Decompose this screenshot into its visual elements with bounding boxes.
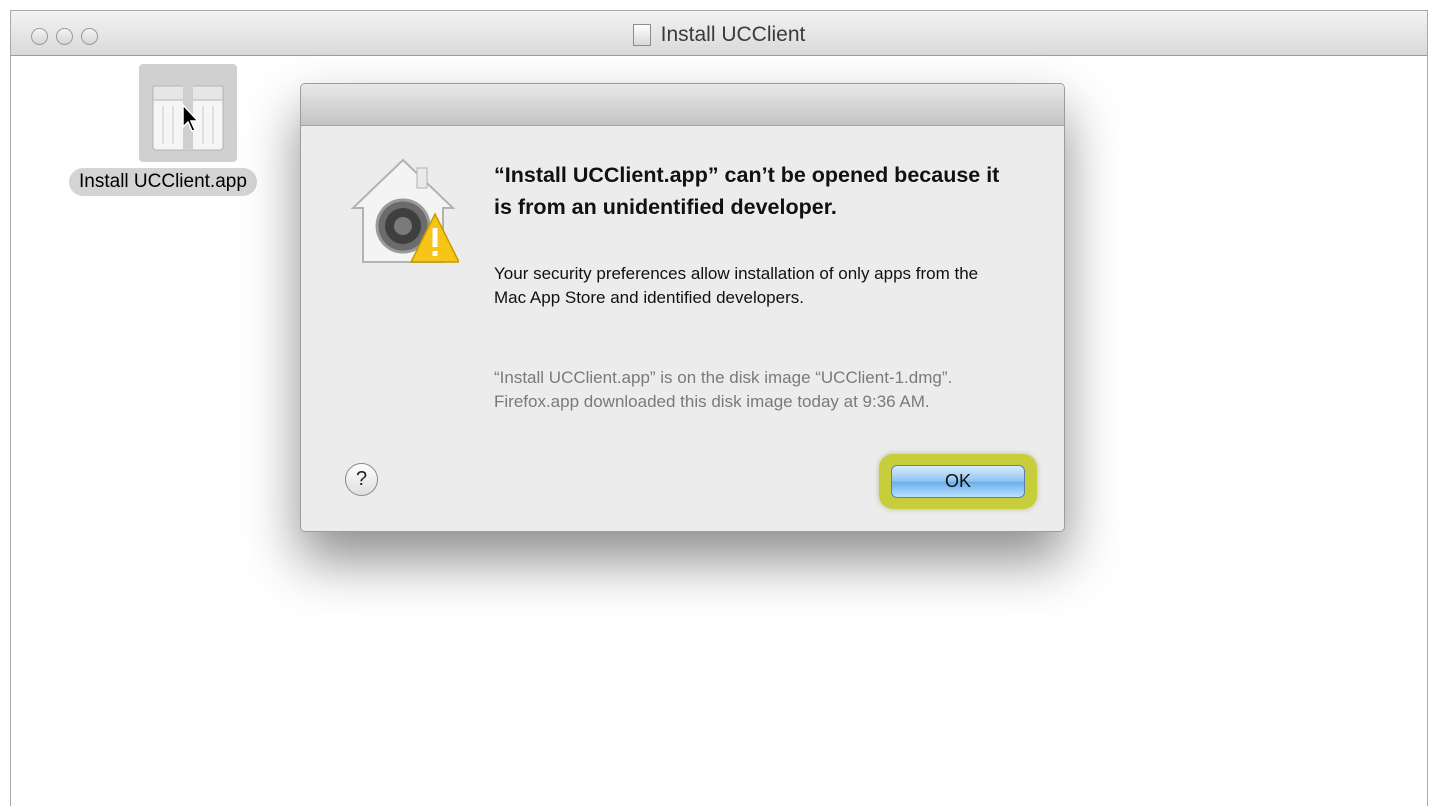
ok-button[interactable]: OK [891, 465, 1025, 498]
mouse-cursor-icon [181, 103, 201, 138]
gatekeeper-warning-icon [347, 156, 461, 273]
help-button[interactable]: ? [345, 463, 378, 496]
dialog-message: Your security preferences allow installa… [494, 264, 979, 307]
security-alert-dialog: “Install UCClient.app” can’t be opened b… [300, 83, 1065, 532]
dialog-info-text: “Install UCClient.app” is on the disk im… [494, 368, 953, 411]
file-label[interactable]: Install UCClient.app [69, 168, 257, 196]
window-title-text: Install UCClient [660, 23, 806, 46]
dialog-title: “Install UCClient.app” can’t be opened b… [494, 163, 1000, 219]
dialog-titlebar [301, 84, 1064, 126]
window-titlebar: Install UCClient [11, 11, 1427, 56]
disk-image-icon [632, 24, 651, 46]
window-title: Install UCClient [11, 23, 1427, 47]
